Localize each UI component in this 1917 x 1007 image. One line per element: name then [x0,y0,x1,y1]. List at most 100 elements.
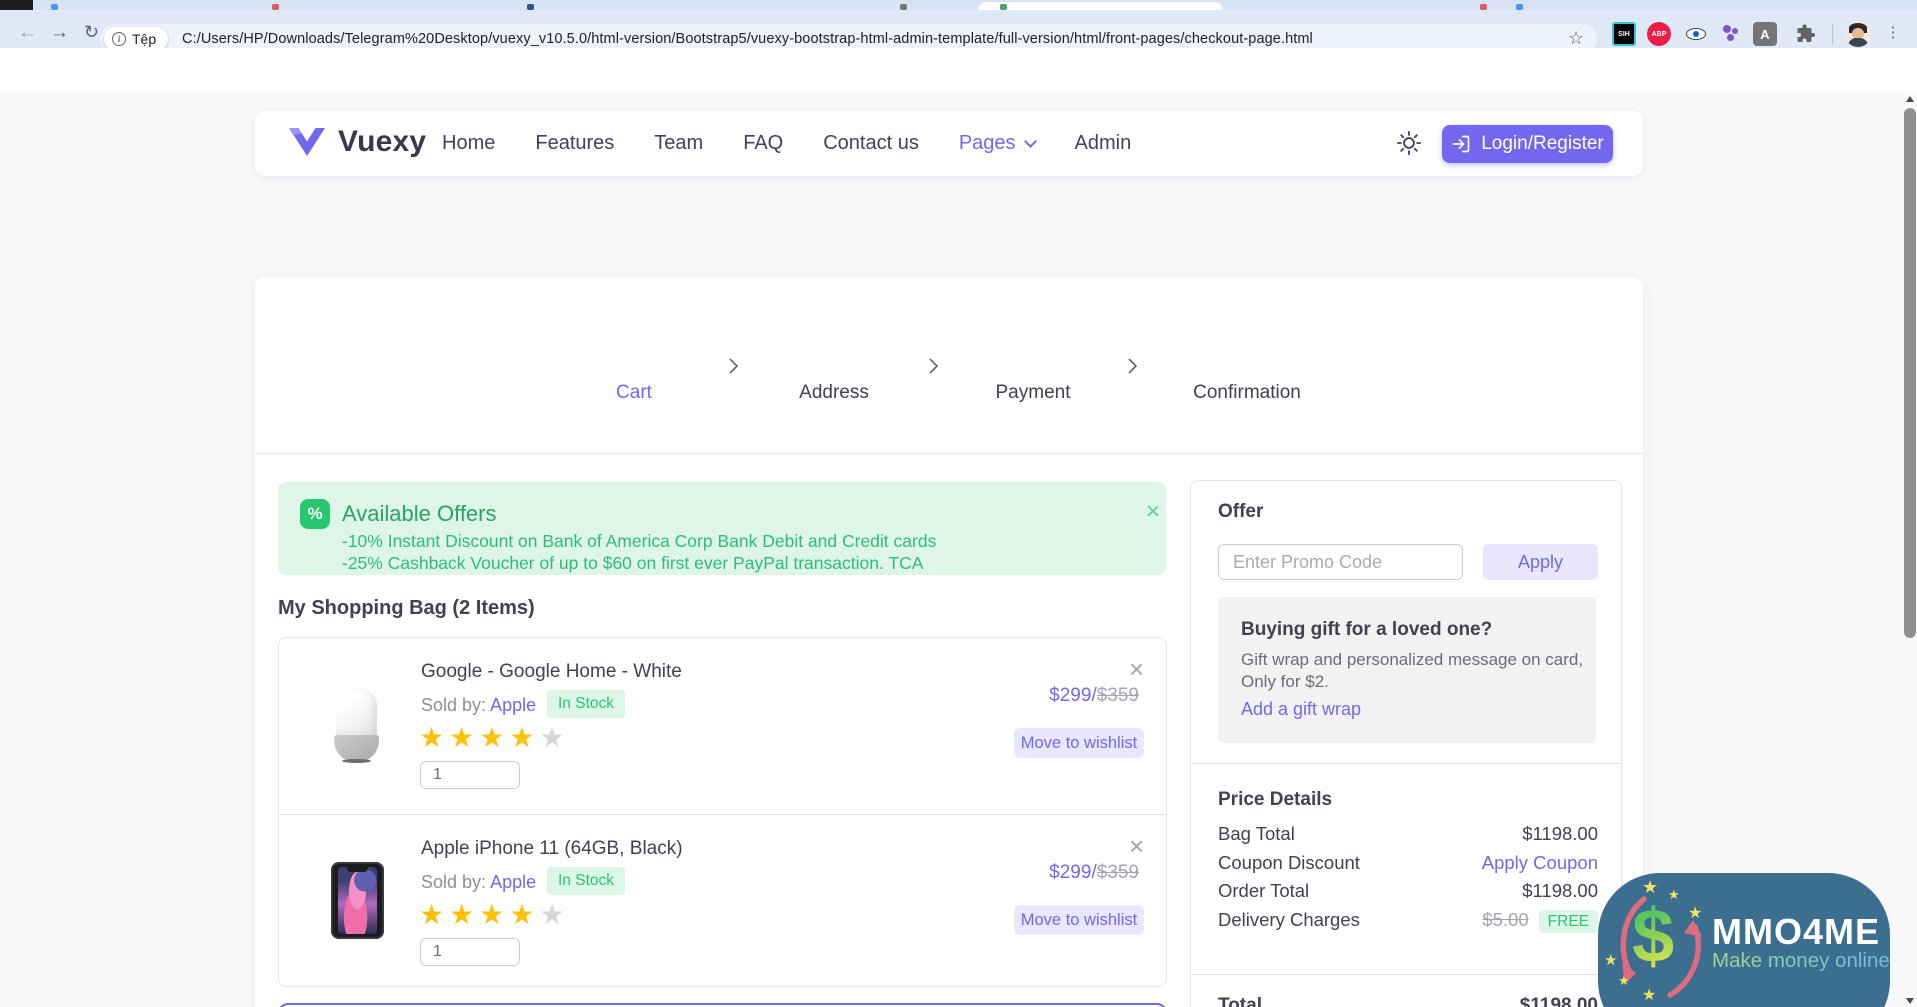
browser-toolbar: ← → ↻ i Tệp C:/Users/HP/Downloads/Telegr… [0,10,1917,48]
product-price: $299/$359 [1049,862,1139,884]
order-summary-card: Offer Enter Promo Code Apply Buying gift… [1190,480,1622,1007]
mmo4me-watermark: $ ★ ★ ★ ★ ★ ★ MMO4ME Make money online [1598,873,1890,1007]
apply-coupon-link[interactable]: Apply Coupon [1482,852,1598,874]
remove-item-icon[interactable]: × [1129,656,1144,682]
quantity-input[interactable]: 1 [420,761,520,789]
price-row: Order Total $1198.00 [1218,880,1598,902]
molecules-extension-icon[interactable] [1720,22,1744,46]
price-details-heading: Price Details [1218,789,1332,811]
add-more-button[interactable] [278,1003,1167,1007]
bookmark-star-icon[interactable]: ☆ [1568,28,1584,49]
quantity-input[interactable]: 1 [420,938,520,966]
apply-button[interactable]: Apply [1483,544,1598,580]
gift-wrap-box: Buying gift for a loved one? Gift wrap a… [1218,597,1596,743]
divider [255,453,1643,454]
price-row: Coupon Discount Apply Coupon [1218,852,1598,874]
move-to-wishlist-button[interactable]: Move to wishlist [1014,728,1144,758]
forward-button[interactable]: → [50,23,69,42]
brand-name: Vuexy [338,125,426,159]
rating-stars[interactable]: ★★★★★ [419,724,570,752]
gift-line: Only for $2. [1241,672,1329,692]
product-title[interactable]: Apple iPhone 11 (64GB, Black) [421,838,683,860]
watermark-subtitle: Make money online [1712,949,1890,973]
site-navbar: Vuexy Home Features Team FAQ Contact us … [255,111,1643,176]
alert-close-icon[interactable]: × [1146,500,1160,524]
login-register-button[interactable]: Login/Register [1442,125,1613,163]
nav-link-admin[interactable]: Admin [1075,132,1132,155]
profile-avatar[interactable] [1845,21,1871,47]
reload-button[interactable]: ↻ [84,23,99,41]
brand[interactable]: Vuexy [288,125,426,159]
puzzle-extensions-icon[interactable] [1793,22,1817,46]
browser-tab-strip[interactable] [0,0,1917,10]
chevron-down-icon [1024,135,1037,148]
product-seller: Sold by: Apple [421,872,536,893]
eye-extension-icon[interactable] [1684,22,1708,46]
sih-extension-icon[interactable]: SIH [1612,22,1636,46]
step-address[interactable]: Address [754,382,914,404]
login-label: Login/Register [1481,133,1604,155]
nav-link-contact[interactable]: Contact us [823,132,919,155]
login-icon [1451,134,1471,154]
a-box-extension-icon[interactable]: A [1753,22,1777,46]
nav-link-pages[interactable]: Pages [959,132,1035,155]
seller-link[interactable]: Apple [490,695,536,715]
cart-items-card: Google - Google Home - White Sold by: Ap… [278,637,1167,987]
info-icon: i [112,32,126,46]
add-gift-wrap-link[interactable]: Add a gift wrap [1241,699,1361,720]
nav-link-features[interactable]: Features [535,132,614,155]
product-seller: Sold by: Apple [421,695,536,716]
scroll-down-arrow[interactable] [1906,998,1914,1004]
page-scrollbar[interactable] [1903,93,1917,1007]
browser-menu-icon[interactable]: ⋮ [1881,21,1905,45]
divider [1191,763,1621,764]
step-confirmation[interactable]: Confirmation [1167,382,1327,404]
remove-item-icon[interactable]: × [1129,833,1144,859]
price-row: Bag Total $1198.00 [1218,823,1598,845]
dollar-icon: $ [1632,893,1674,980]
offer-heading: Offer [1218,501,1263,523]
watermark-title: MMO4ME [1712,911,1880,953]
webpage: Vuexy Home Features Team FAQ Contact us … [0,93,1903,1007]
stock-badge: In Stock [547,867,625,895]
screen: ← → ↻ i Tệp C:/Users/HP/Downloads/Telegr… [0,0,1917,1007]
alert-line: -10% Instant Discount on Bank of America… [342,531,936,552]
nav-link-faq[interactable]: FAQ [743,132,783,155]
gift-title: Buying gift for a loved one? [1241,619,1492,641]
nav-link-home[interactable]: Home [442,132,495,155]
step-chevron-icon [925,358,941,374]
active-tab-partial[interactable] [978,2,1223,10]
back-button[interactable]: ← [18,23,37,42]
url-scheme-label: Tệp [132,31,156,47]
vuexy-logo-icon [288,127,326,157]
step-cart[interactable]: Cart [554,382,714,404]
seller-link[interactable]: Apple [490,872,536,892]
step-payment[interactable]: Payment [953,382,1113,404]
rating-stars[interactable]: ★★★★★ [419,901,570,929]
bag-heading: My Shopping Bag (2 Items) [278,597,535,620]
step-chevron-icon [725,358,741,374]
available-offers-alert: % Available Offers -10% Instant Discount… [278,482,1166,575]
step-chevron-icon [1124,358,1140,374]
product-title[interactable]: Google - Google Home - White [421,661,682,683]
price-row: Delivery Charges $5.00FREE [1218,909,1598,931]
scrollbar-thumb[interactable] [1904,108,1916,638]
cart-item-row: Google - Google Home - White Sold by: Ap… [279,638,1166,814]
product-image-google-home [334,688,379,764]
promo-code-input[interactable]: Enter Promo Code [1218,544,1463,580]
theme-toggle-sun-icon[interactable] [1395,129,1423,162]
move-to-wishlist-button[interactable]: Move to wishlist [1014,905,1144,935]
url-text[interactable]: C:/Users/HP/Downloads/Telegram%20Desktop… [182,31,1313,47]
adblock-plus-icon[interactable]: ABP [1647,22,1671,46]
scroll-up-arrow[interactable] [1906,96,1914,102]
toolbar-separator [1832,24,1833,44]
free-badge: FREE [1539,910,1598,933]
stock-badge: In Stock [547,690,625,718]
product-image-iphone [331,862,384,939]
product-price: $299/$359 [1049,685,1139,707]
nav-link-team[interactable]: Team [654,132,703,155]
alert-line: -25% Cashback Voucher of up to $60 on fi… [342,553,923,574]
alert-title: Available Offers [342,501,497,527]
divider [1191,974,1621,975]
cart-item-row: Apple iPhone 11 (64GB, Black) Sold by: A… [279,814,1166,990]
